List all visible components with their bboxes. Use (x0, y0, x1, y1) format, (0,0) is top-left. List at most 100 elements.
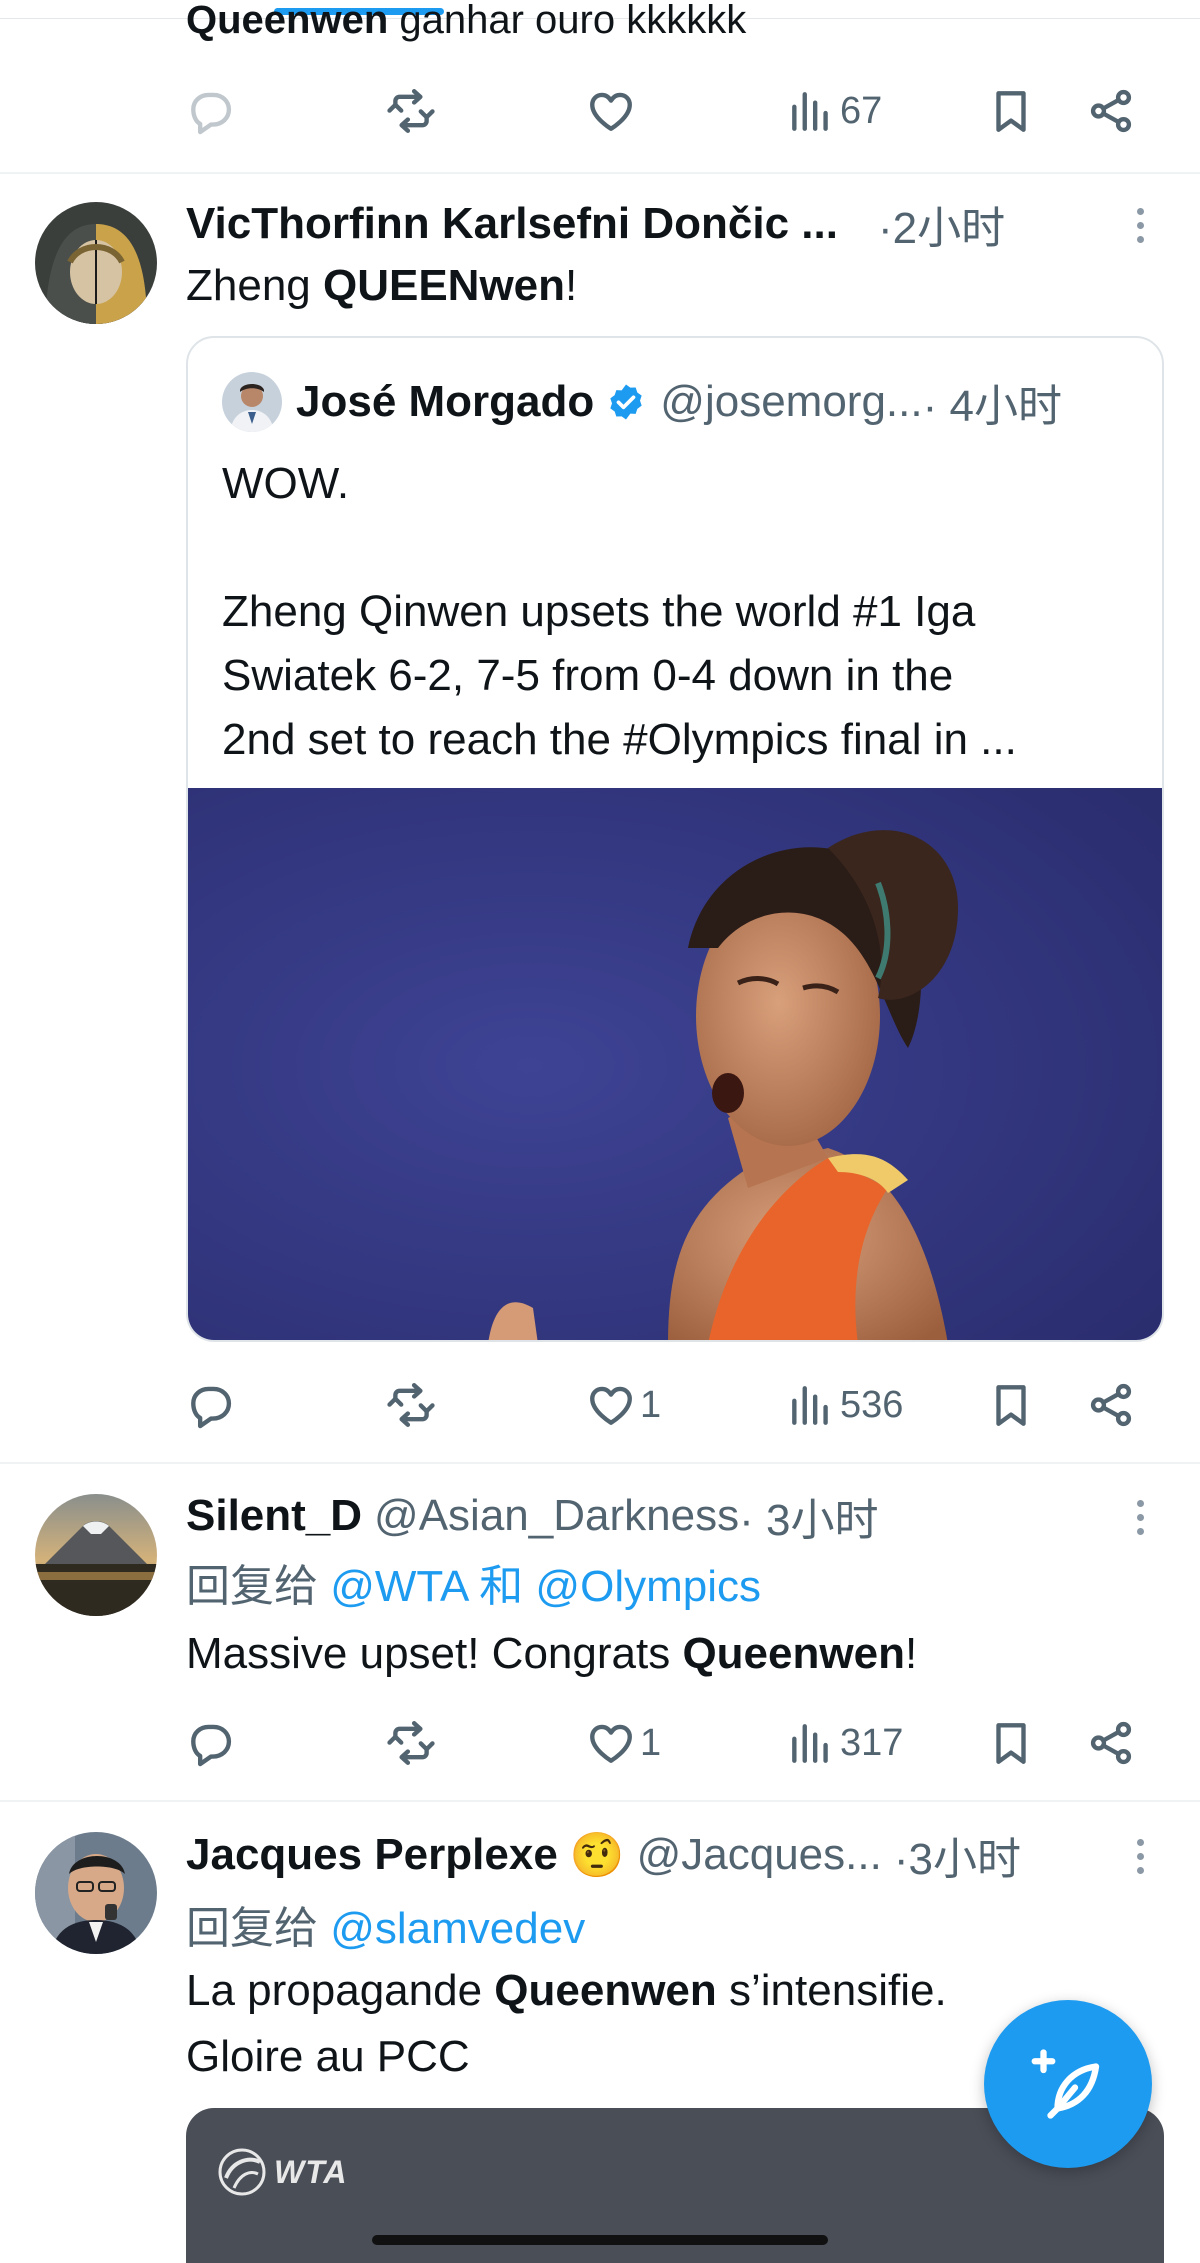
tweet-text: Zheng QUEENwen! (186, 261, 578, 310)
retweet-button[interactable] (386, 76, 436, 146)
tweet-actions: 67 (186, 76, 1146, 146)
quote-display-name: José Morgado (296, 377, 595, 426)
retweet-button[interactable] (386, 1708, 436, 1778)
tweet-text: Queenwen ganhar ouro kkkkkk (186, 0, 747, 42)
quoted-tweet-card[interactable]: José Morgado @josemorg... · 4小时 WOW. Zhe… (186, 336, 1164, 1342)
share-button[interactable] (1086, 76, 1136, 146)
quote-timestamp: · 4小时 (922, 382, 1062, 431)
like-icon (586, 1380, 636, 1430)
wta-logo-text: WTA (274, 2153, 348, 2190)
compose-button[interactable] (984, 2000, 1152, 2168)
bookmark-icon (986, 1718, 1036, 1768)
display-name[interactable]: Silent_D (186, 1491, 362, 1541)
views-button[interactable]: 67 (786, 76, 882, 146)
display-name[interactable]: VicThorfinn Karlsefni Dončic ... (186, 199, 838, 249)
like-button[interactable]: 1 (586, 1708, 661, 1778)
reply-button[interactable] (186, 76, 236, 146)
share-button[interactable] (1086, 1370, 1136, 1440)
views-icon (786, 1380, 836, 1430)
reply-button[interactable] (186, 1370, 236, 1440)
quote-line: Swiatek 6-2, 7-5 from 0-4 down in the (222, 651, 954, 700)
wta-logo: WTA (214, 2144, 347, 2200)
bookmark-button[interactable] (986, 76, 1036, 146)
timestamp[interactable]: ·3小时 (894, 1823, 1021, 1887)
views-icon (786, 1718, 836, 1768)
like-icon (586, 1718, 636, 1768)
avatar-image (35, 1494, 157, 1616)
wta-logo-icon (218, 2148, 266, 2196)
more-options-button[interactable] (1125, 1831, 1155, 1881)
share-icon (1086, 1380, 1136, 1430)
more-options-button[interactable] (1125, 200, 1155, 250)
mention-link[interactable]: @WTA (330, 1562, 467, 1611)
timestamp[interactable]: · 3小时 (739, 1484, 878, 1548)
quote-line: WOW. (222, 459, 350, 508)
tweet-actions: 1 317 (186, 1708, 1146, 1778)
share-icon (1086, 86, 1136, 136)
user-handle[interactable]: @Asian_Darkness (374, 1491, 739, 1541)
quote-header: José Morgado @josemorg... · 4小时 (296, 372, 1062, 432)
reply-context: 回复给 @WTA 和 @Olympics (186, 1550, 761, 1614)
like-count: 1 (640, 1721, 662, 1764)
views-count: 536 (840, 1383, 904, 1426)
more-options-button[interactable] (1125, 1492, 1155, 1542)
tweet-text-line: Gloire au PCC (186, 2032, 470, 2081)
retweet-icon (386, 1380, 436, 1430)
like-icon (586, 86, 636, 136)
reply-icon (186, 1380, 236, 1430)
reply-label: 回复给 (186, 1562, 331, 1611)
reply-context: 回复给 @slamvedev (186, 1892, 585, 1956)
reply-button[interactable] (186, 1708, 236, 1778)
quote-line: 2nd set to reach the #Olympics final in … (222, 715, 1017, 764)
retweet-button[interactable] (386, 1370, 436, 1440)
reply-icon (186, 1718, 236, 1768)
bookmark-button[interactable] (986, 1370, 1036, 1440)
compose-icon (1031, 2049, 1100, 2119)
views-count: 317 (840, 1721, 904, 1764)
tweet-divider (0, 1462, 1200, 1464)
tweet-header: Silent_D @Asian_Darkness · 3小时 (186, 1487, 878, 1545)
tweet-text: Massive upset! Congrats Queenwen! (186, 1629, 918, 1678)
quote-line (222, 516, 1017, 580)
timestamp[interactable]: ·2小时 (878, 192, 1005, 256)
bookmark-icon (986, 1380, 1036, 1430)
avatar[interactable] (35, 1832, 157, 1954)
display-name[interactable]: Jacques Perplexe (186, 1830, 558, 1880)
views-count: 67 (840, 89, 883, 132)
retweet-icon (386, 1718, 436, 1768)
share-button[interactable] (1086, 1708, 1136, 1778)
like-count: 1 (640, 1383, 662, 1426)
quote-line: Zheng Qinwen upsets the world #1 Iga (222, 587, 976, 636)
tweet-divider (0, 172, 1200, 174)
avatar-image (35, 202, 157, 324)
tweet-text: La propagande Queenwen s’intensifie. Glo… (186, 1962, 947, 2086)
retweet-icon (386, 86, 436, 136)
avatar[interactable] (35, 1494, 157, 1616)
emoji-face: 🤨 (569, 1830, 625, 1881)
views-button[interactable]: 317 (786, 1708, 903, 1778)
views-icon (786, 86, 836, 136)
quote-handle: @josemorg... (660, 377, 923, 426)
tweet-header: Jacques Perplexe 🤨 @Jacques... ·3小时 (186, 1826, 1021, 1884)
tweet-header: VicThorfinn Karlsefni Dončic ... ·2小时 (186, 195, 1005, 253)
share-icon (1086, 1718, 1136, 1768)
quote-media-image[interactable] (188, 788, 1164, 1342)
tweet-divider (0, 1800, 1200, 1802)
verified-icon (610, 384, 642, 420)
views-button[interactable]: 536 (786, 1370, 903, 1440)
mention-link[interactable]: @slamvedev (330, 1904, 585, 1953)
quote-text: WOW. Zheng Qinwen upsets the world #1 Ig… (222, 452, 1017, 772)
quote-avatar-image (222, 372, 282, 432)
reply-icon (186, 86, 236, 136)
user-handle[interactable]: @Jacques... (637, 1830, 882, 1880)
mention-link[interactable]: @Olympics (535, 1562, 761, 1611)
like-button[interactable] (586, 76, 636, 146)
avatar[interactable] (35, 202, 157, 324)
bookmark-icon (986, 86, 1036, 136)
home-indicator (372, 2235, 828, 2245)
like-button[interactable]: 1 (586, 1370, 661, 1440)
tweet-actions: 1 536 (186, 1370, 1146, 1440)
bookmark-button[interactable] (986, 1708, 1036, 1778)
avatar-image (35, 1832, 157, 1954)
quote-avatar (222, 372, 282, 432)
